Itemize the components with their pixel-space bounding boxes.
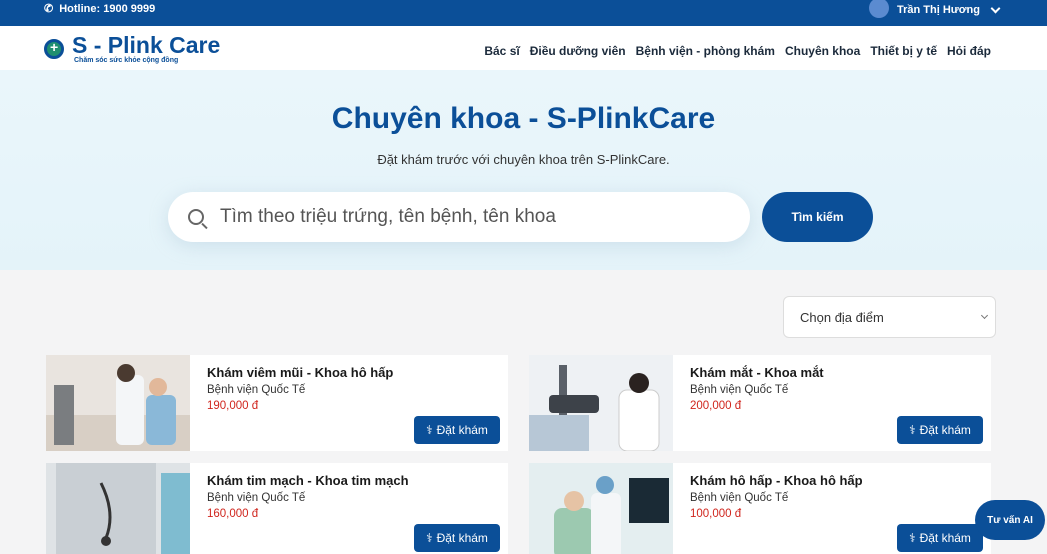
stethoscope-icon: ⚕ bbox=[426, 423, 433, 437]
logo-icon bbox=[44, 39, 64, 59]
search-button[interactable]: Tìm kiếm bbox=[762, 192, 873, 242]
card-price: 190,000 đ bbox=[207, 400, 259, 412]
specialty-photo bbox=[529, 355, 673, 451]
avatar bbox=[868, 0, 889, 18]
logo[interactable]: S - Plink Care Chăm sóc sức khỏe cộng đồ… bbox=[44, 33, 220, 64]
book-button-label: Đặt khám bbox=[436, 423, 488, 437]
header: S - Plink Care Chăm sóc sức khỏe cộng đồ… bbox=[0, 26, 1047, 70]
search-icon bbox=[188, 209, 204, 225]
user-menu[interactable]: Trần Thị Hương bbox=[868, 0, 1001, 18]
user-name: Trần Thị Hương bbox=[896, 4, 980, 16]
card-hospital: Bệnh viện Quốc Tế bbox=[690, 492, 789, 504]
specialty-photo bbox=[529, 463, 673, 554]
page-subtitle: Đặt khám trước với chuyên khoa trên S-Pl… bbox=[377, 152, 670, 167]
page-title: Chuyên khoa - S-PlinkCare bbox=[331, 102, 716, 135]
hero-section: Chuyên khoa - S-PlinkCare Đặt khám trước… bbox=[0, 70, 1047, 270]
card-price: 160,000 đ bbox=[207, 508, 259, 520]
card-title: Khám hô hấp - Khoa hô hấp bbox=[690, 473, 863, 488]
stethoscope-icon: ⚕ bbox=[426, 531, 433, 545]
location-select-label: Chọn địa điểm bbox=[800, 309, 884, 325]
nav-doctors[interactable]: Bác sĩ bbox=[484, 44, 519, 58]
book-button[interactable]: ⚕ Đặt khám bbox=[897, 524, 983, 552]
specialty-photo bbox=[46, 463, 190, 554]
book-button[interactable]: ⚕ Đặt khám bbox=[897, 416, 983, 444]
card-hospital: Bệnh viện Quốc Tế bbox=[690, 384, 789, 396]
chevron-down-icon bbox=[990, 3, 1001, 13]
book-button[interactable]: ⚕ Đặt khám bbox=[414, 416, 500, 444]
hotline-text: Hotline: 1900 9999 bbox=[59, 2, 156, 15]
chevron-down-icon bbox=[980, 311, 989, 320]
card-hospital: Bệnh viện Quốc Tế bbox=[207, 492, 306, 504]
book-button-label: Đặt khám bbox=[919, 531, 971, 545]
location-select[interactable]: Chọn địa điểm bbox=[783, 296, 996, 338]
search-box bbox=[168, 192, 750, 242]
stethoscope-icon: ⚕ bbox=[909, 531, 916, 545]
book-button-label: Đặt khám bbox=[919, 423, 971, 437]
specialty-card[interactable]: Khám tim mạch - Khoa tim mạch Bệnh viện … bbox=[46, 463, 508, 554]
nav-hospitals[interactable]: Bệnh viện - phòng khám bbox=[636, 44, 775, 58]
phone-icon: ✆ bbox=[44, 3, 54, 15]
card-title: Khám viêm mũi - Khoa hô hấp bbox=[207, 365, 394, 380]
main-nav: Bác sĩ Điều dưỡng viên Bệnh viện - phòng… bbox=[484, 44, 991, 58]
top-bar: ✆ Hotline: 1900 9999 Trần Thị Hương bbox=[0, 0, 1047, 26]
nav-faq[interactable]: Hỏi đáp bbox=[947, 44, 991, 58]
specialty-card[interactable]: Khám mắt - Khoa mắt Bệnh viện Quốc Tế 20… bbox=[529, 355, 991, 451]
hotline[interactable]: ✆ Hotline: 1900 9999 bbox=[44, 2, 156, 16]
book-button[interactable]: ⚕ Đặt khám bbox=[414, 524, 500, 552]
logo-tagline: Chăm sóc sức khỏe cộng đồng bbox=[74, 57, 179, 64]
specialty-card[interactable]: Khám viêm mũi - Khoa hô hấp Bệnh viện Qu… bbox=[46, 355, 508, 451]
card-price: 200,000 đ bbox=[690, 400, 742, 412]
nav-nurses[interactable]: Điều dưỡng viên bbox=[530, 44, 626, 58]
card-title: Khám mắt - Khoa mắt bbox=[690, 365, 824, 380]
nav-specialties[interactable]: Chuyên khoa bbox=[785, 44, 860, 58]
card-hospital: Bệnh viện Quốc Tế bbox=[207, 384, 306, 396]
stethoscope-icon: ⚕ bbox=[909, 423, 916, 437]
ai-consult-button[interactable]: Tư vấn AI bbox=[975, 500, 1045, 540]
search-input[interactable] bbox=[220, 206, 720, 228]
specialty-photo bbox=[46, 355, 190, 451]
book-button-label: Đặt khám bbox=[436, 531, 488, 545]
card-title: Khám tim mạch - Khoa tim mạch bbox=[207, 473, 409, 488]
specialty-card[interactable]: Khám hô hấp - Khoa hô hấp Bệnh viện Quốc… bbox=[529, 463, 991, 554]
logo-title: S - Plink Care bbox=[72, 32, 221, 58]
nav-medical-devices[interactable]: Thiết bị y tế bbox=[870, 44, 937, 58]
card-price: 100,000 đ bbox=[690, 508, 742, 520]
